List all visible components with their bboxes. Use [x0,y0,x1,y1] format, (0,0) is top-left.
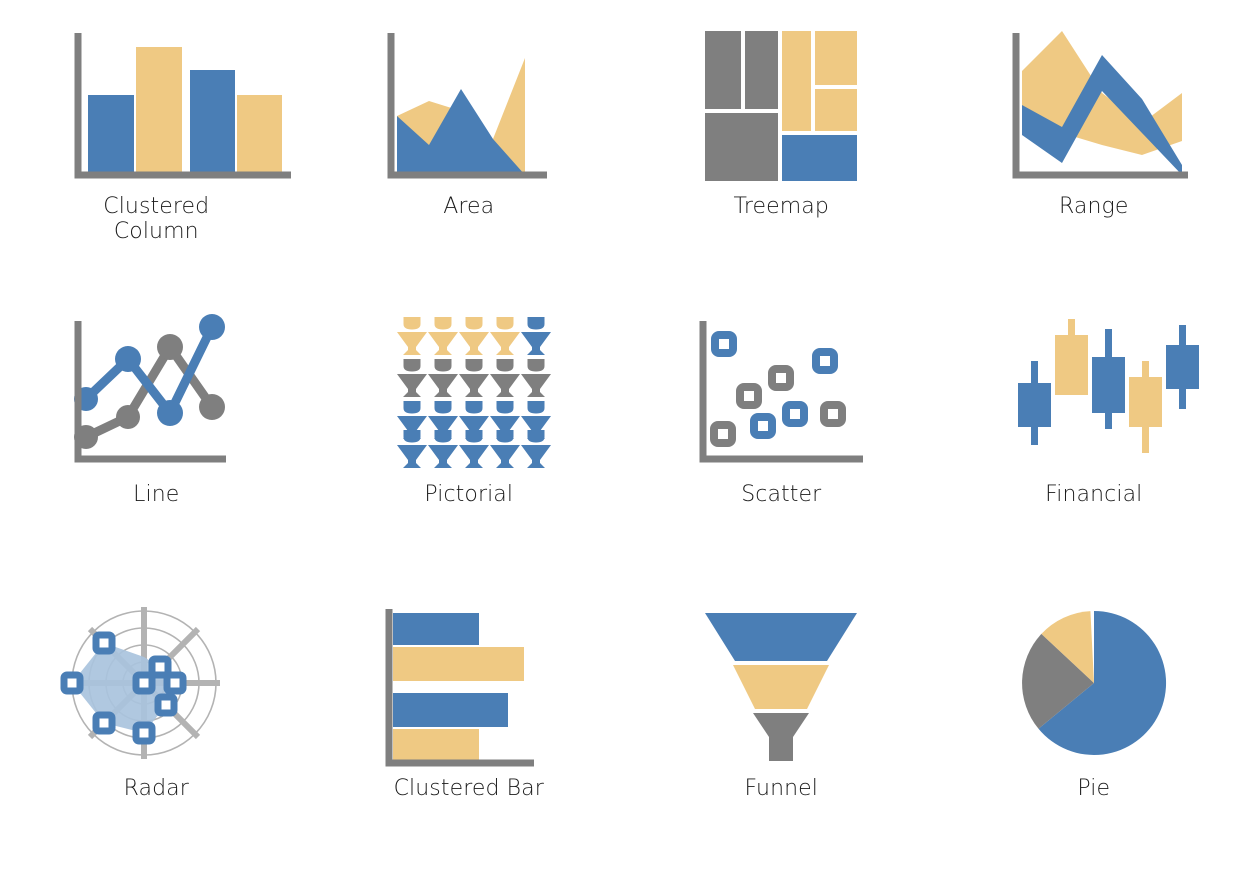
gallery-item-scatter[interactable]: Scatter [625,290,938,580]
treemap-icon[interactable] [691,18,871,188]
gallery-item-label: Financial [1045,482,1143,507]
gallery-item-label: Clustered Bar [393,776,544,801]
gallery-item-label: Funnel [744,776,819,801]
gallery-item-pictorial[interactable]: Pictorial [313,290,626,580]
gallery-item-pie[interactable]: Pie [938,580,1250,880]
range-chart-icon[interactable] [1004,18,1188,188]
area-chart-icon[interactable] [379,18,559,188]
gallery-item-treemap[interactable]: Treemap [625,0,938,290]
gallery-item-funnel[interactable]: Funnel [625,580,938,880]
gallery-item-financial[interactable]: Financial [938,290,1250,580]
gallery-item-clustered-bar[interactable]: Clustered Bar [313,580,626,880]
financial-chart-icon[interactable] [1004,306,1199,476]
funnel-chart-icon[interactable] [691,600,871,770]
gallery-item-clustered-column[interactable]: Clustered Column [0,0,313,290]
gallery-item-area[interactable]: Area [313,0,626,290]
gallery-item-label: Area [443,194,495,219]
pictorial-chart-icon[interactable] [379,306,559,476]
clustered-column-icon[interactable] [66,18,292,188]
gallery-item-line[interactable]: Line [0,290,313,580]
gallery-item-label: Pictorial [424,482,514,507]
line-chart-icon[interactable] [66,306,246,476]
chart-type-gallery: Clustered Column Area Treemap Range Line… [0,0,1250,894]
pie-chart-icon[interactable] [1004,600,1184,770]
gallery-item-label: Pie [1077,776,1111,801]
gallery-item-label: Line [133,482,180,507]
gallery-item-label: Scatter [741,482,822,507]
gallery-item-label: Treemap [733,194,829,219]
gallery-item-label: Radar [123,776,189,801]
gallery-item-label: Range [1059,194,1129,219]
gallery-item-label: Clustered Column [103,194,210,245]
radar-chart-icon[interactable] [60,600,246,770]
gallery-item-range[interactable]: Range [938,0,1250,290]
gallery-item-radar[interactable]: Radar [0,580,313,880]
scatter-chart-icon[interactable] [691,306,871,476]
clustered-bar-icon[interactable] [379,600,559,770]
